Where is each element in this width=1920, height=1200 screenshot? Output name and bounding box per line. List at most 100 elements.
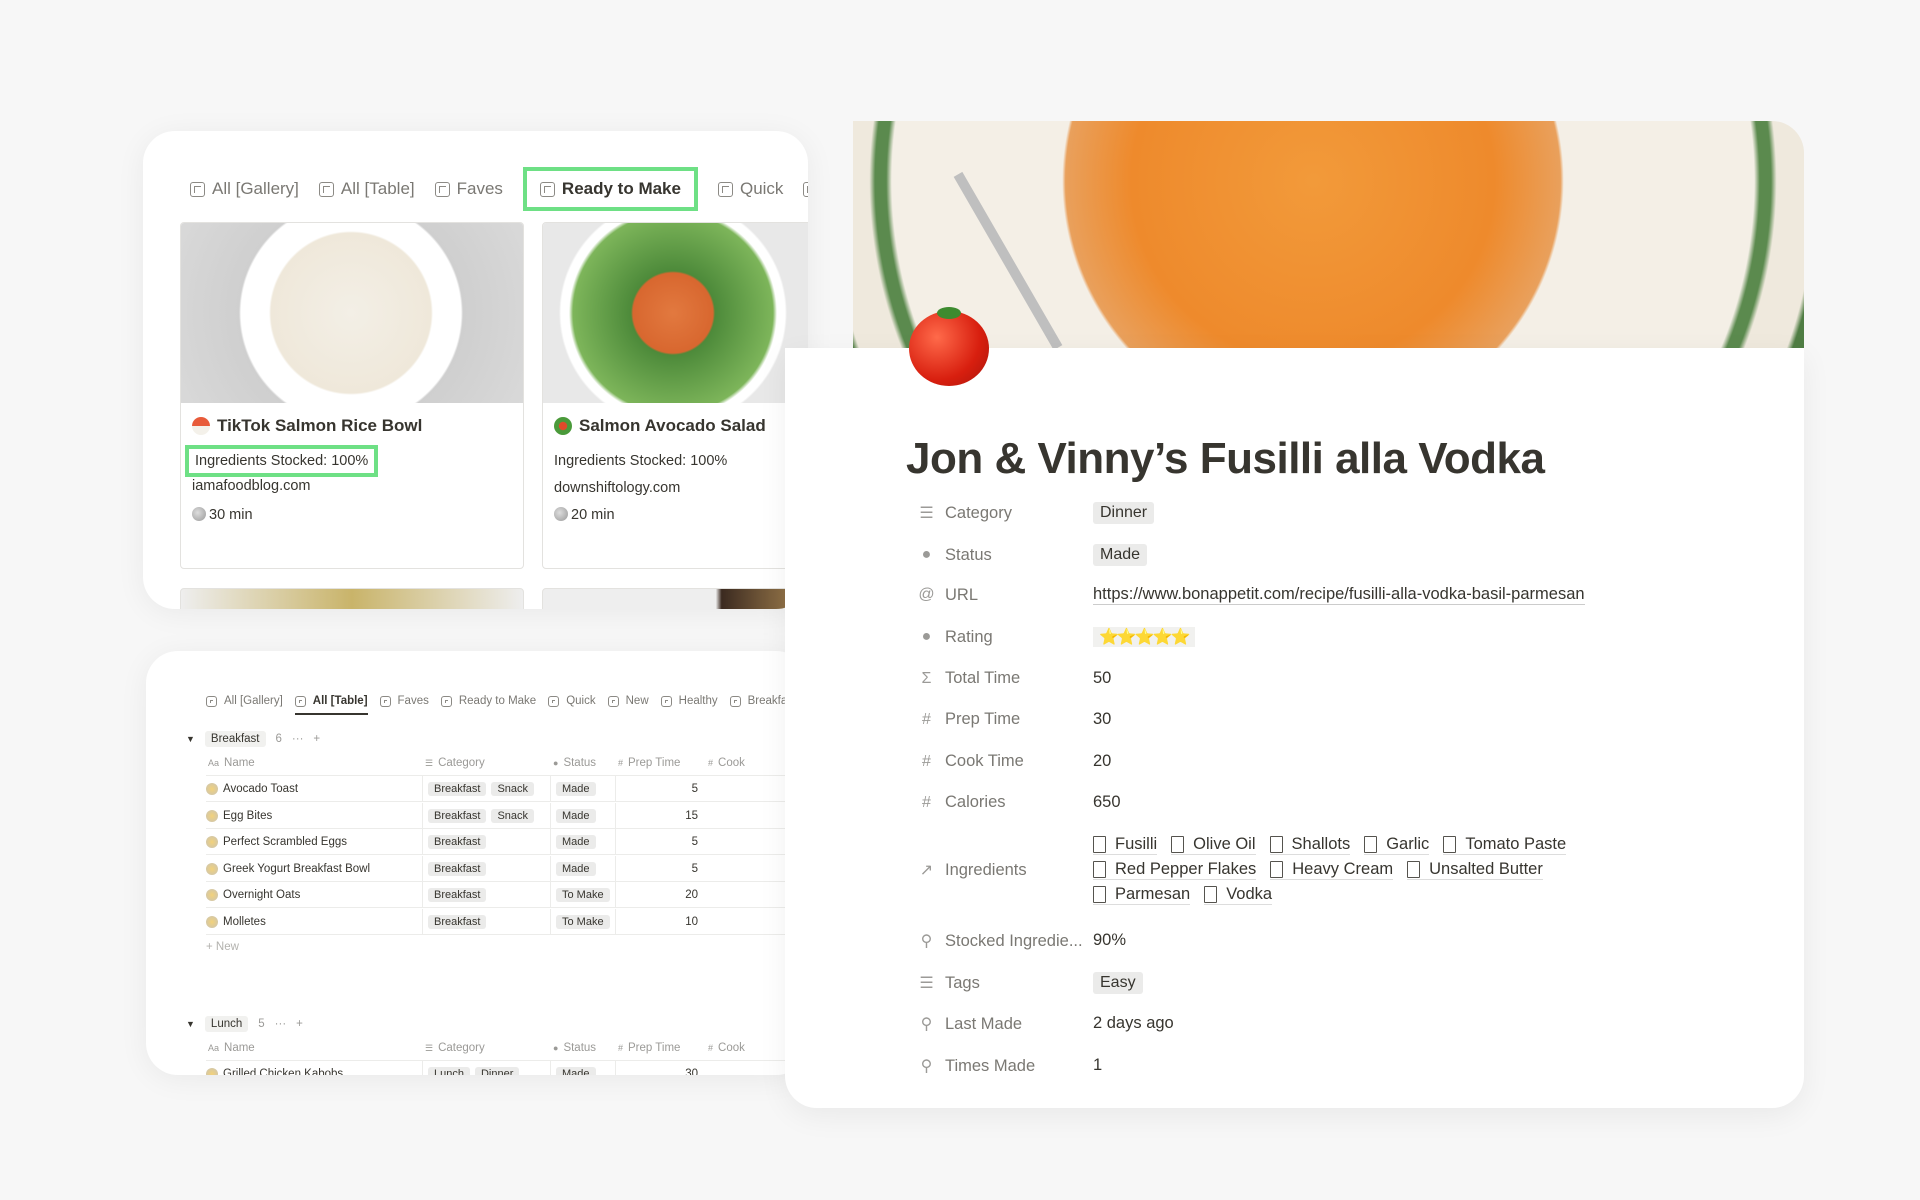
name-cell[interactable]: Greek Yogurt Breakfast Bowl: [206, 855, 423, 882]
tab-all-table[interactable]: All [Table]: [318, 179, 415, 199]
table-row[interactable]: Perfect Scrambled Eggs Breakfast Made 5: [206, 829, 808, 855]
tab-all-table[interactable]: All [Table]: [294, 695, 368, 715]
column-header-prep-time[interactable]: # Prep Time: [618, 750, 680, 776]
status-cell[interactable]: To Make: [556, 882, 616, 908]
name-cell[interactable]: Grilled Chicken Kabobs: [206, 1061, 423, 1075]
ingredient-link[interactable]: Parmesan: [1093, 885, 1191, 905]
recipe-card[interactable]: [180, 588, 524, 609]
ingredient-link[interactable]: Red Pepper Flakes: [1093, 860, 1257, 880]
property-text[interactable]: https://www.bonappetit.com/recipe/fusill…: [1093, 585, 1585, 605]
property-value[interactable]: 650: [1093, 793, 1613, 812]
name-cell[interactable]: Molletes: [206, 908, 423, 935]
column-header-status[interactable]: ● Status: [553, 750, 596, 776]
ingredient-link[interactable]: Heavy Cream: [1270, 860, 1394, 880]
property-label[interactable]: ☰ Tags: [918, 972, 1093, 994]
property-value[interactable]: https://www.bonappetit.com/recipe/fusill…: [1093, 585, 1613, 605]
category-cell[interactable]: Breakfast: [428, 855, 551, 882]
property-value[interactable]: 2 days ago: [1093, 1014, 1613, 1034]
ingredient-link[interactable]: Fusilli: [1093, 835, 1158, 855]
table-row[interactable]: Greek Yogurt Breakfast Bowl Breakfast Made…: [206, 855, 808, 882]
status-cell[interactable]: Made: [556, 776, 616, 802]
prep-time-cell[interactable]: 5: [616, 776, 698, 802]
property-label[interactable]: Σ Total Time: [918, 669, 1093, 688]
ingredient-link[interactable]: Garlic: [1364, 835, 1430, 855]
table-row[interactable]: Molletes Breakfast To Make 10: [206, 908, 808, 935]
tab-faves[interactable]: Faves: [434, 179, 503, 199]
tab-ready-to-make[interactable]: Ready to Make: [522, 167, 698, 211]
more-options-icon[interactable]: ···: [275, 1018, 287, 1030]
status-cell[interactable]: Made: [556, 829, 616, 855]
collapse-toggle-icon[interactable]: ▼: [186, 734, 195, 744]
category-cell[interactable]: Breakfast: [428, 908, 551, 935]
column-header-prep-time[interactable]: # Prep Time: [618, 1035, 680, 1061]
table-row[interactable]: Grilled Chicken Kabobs Lunch Dinner Made 30: [206, 1061, 808, 1075]
prep-time-cell[interactable]: 20: [616, 882, 698, 908]
collapse-toggle-icon[interactable]: ▼: [186, 1019, 195, 1029]
tab-all-gallery[interactable]: All [Gallery]: [206, 695, 283, 707]
name-cell[interactable]: Avocado Toast: [206, 776, 423, 802]
prep-time-cell[interactable]: 5: [616, 829, 698, 855]
status-cell[interactable]: Made: [556, 802, 616, 829]
tomato-page-icon[interactable]: [909, 307, 989, 386]
status-cell[interactable]: Made: [556, 855, 616, 882]
property-label[interactable]: ☰ Category: [918, 502, 1093, 524]
prep-time-cell[interactable]: 15: [616, 803, 698, 829]
status-cell[interactable]: To Make: [556, 908, 616, 935]
property-label[interactable]: ⚲ Times Made: [918, 1056, 1093, 1076]
column-header-category[interactable]: ☰ Category: [425, 750, 485, 776]
property-label[interactable]: ⚲ Stocked Ingredie...: [918, 931, 1093, 951]
column-header-name[interactable]: Aa Name: [208, 1035, 255, 1061]
category-cell[interactable]: Breakfast Snack: [428, 802, 551, 829]
tab-all-gallery[interactable]: All [Gallery]: [190, 179, 299, 199]
table-row[interactable]: Overnight Oats Breakfast To Make 20: [206, 882, 808, 908]
property-value[interactable]: 20: [1093, 752, 1613, 771]
tab-breakfa[interactable]: Breakfa: [729, 695, 787, 707]
property-value[interactable]: Dinner: [1093, 502, 1613, 524]
property-label[interactable]: # Prep Time: [918, 710, 1093, 729]
category-cell[interactable]: Lunch Dinner: [428, 1061, 551, 1075]
property-value[interactable]: 30: [1093, 710, 1613, 729]
column-header-status[interactable]: ● Status: [553, 1035, 596, 1061]
ingredient-link[interactable]: Shallots: [1269, 835, 1351, 855]
property-value[interactable]: ⭐⭐⭐⭐⭐: [1093, 627, 1613, 647]
column-header-cook[interactable]: # Cook: [708, 750, 745, 776]
new-row-button[interactable]: + New: [206, 941, 239, 953]
tab-faves[interactable]: Faves: [379, 695, 429, 707]
property-value[interactable]: 90%: [1093, 931, 1613, 951]
property-label[interactable]: ↗ Ingredients: [918, 835, 1093, 905]
property-value[interactable]: 50: [1093, 669, 1613, 688]
table-row[interactable]: Avocado Toast Breakfast Snack Made 5: [206, 776, 808, 802]
tab-healthy[interactable]: Healthy: [660, 695, 718, 707]
category-cell[interactable]: Breakfast: [428, 829, 551, 855]
property-value[interactable]: 1: [1093, 1056, 1613, 1076]
column-header-cook[interactable]: # Cook: [708, 1035, 745, 1061]
property-value[interactable]: Easy: [1093, 972, 1613, 994]
ingredient-link[interactable]: Olive Oil: [1171, 835, 1256, 855]
name-cell[interactable]: Perfect Scrambled Eggs: [206, 829, 423, 855]
column-header-category[interactable]: ☰ Category: [425, 1035, 485, 1061]
prep-time-cell[interactable]: 5: [616, 856, 698, 882]
ingredient-link[interactable]: Unsalted Butter: [1407, 860, 1543, 880]
add-icon[interactable]: +: [296, 1018, 303, 1030]
recipe-card[interactable]: Salmon Avocado Salad Ingredients Stocked…: [542, 222, 808, 569]
table-row[interactable]: Egg Bites Breakfast Snack Made 15: [206, 802, 808, 829]
category-cell[interactable]: Breakfast: [428, 882, 551, 908]
tab-new[interactable]: New: [607, 695, 649, 707]
property-label[interactable]: ● Rating: [918, 627, 1093, 647]
property-label[interactable]: ● Status: [918, 544, 1093, 566]
ingredient-link[interactable]: Vodka: [1204, 885, 1273, 905]
add-icon[interactable]: +: [313, 733, 320, 745]
ingredient-link[interactable]: Tomato Paste: [1443, 835, 1567, 855]
property-label[interactable]: @ URL: [918, 585, 1093, 605]
prep-time-cell[interactable]: 30: [616, 1061, 698, 1075]
property-value[interactable]: Fusilli Olive Oil Shallots Garlic Tomato Pas…: [1093, 835, 1613, 905]
tab-quick[interactable]: Quick: [548, 695, 596, 707]
tab-ready-to-make[interactable]: Ready to Make: [440, 695, 536, 707]
category-cell[interactable]: Breakfast Snack: [428, 776, 551, 802]
recipe-card[interactable]: [542, 588, 808, 609]
status-cell[interactable]: Made: [556, 1061, 616, 1075]
prep-time-cell[interactable]: 10: [616, 909, 698, 935]
more-options-icon[interactable]: ···: [292, 733, 304, 745]
column-header-name[interactable]: Aa Name: [208, 750, 255, 776]
property-value[interactable]: Made: [1093, 544, 1613, 566]
